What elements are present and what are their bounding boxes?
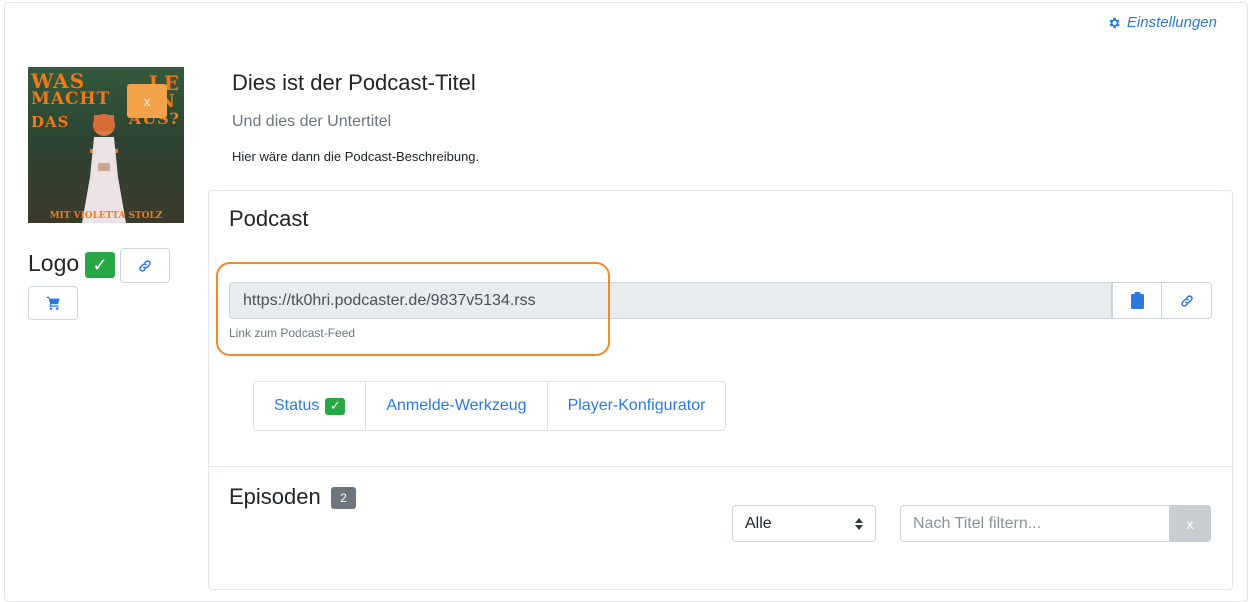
- cover-footer-text: MIT VIOLETTA STOLZ: [49, 211, 163, 221]
- feed-url-value: https://tk0hri.podcaster.de/9837v5134.rs…: [243, 291, 536, 309]
- settings-link[interactable]: Einstellungen: [1107, 14, 1217, 31]
- remove-logo-button[interactable]: x: [127, 84, 167, 118]
- link-icon: [139, 259, 151, 272]
- podcast-title: Dies ist der Podcast-Titel: [232, 70, 476, 95]
- tab-anmelde-label: Anmelde-Werkzeug: [386, 397, 527, 414]
- tab-player-konfigurator[interactable]: Player-Konfigurator: [548, 382, 726, 430]
- tab-status-label: Status: [274, 397, 320, 414]
- title-filter-input[interactable]: [900, 505, 1170, 542]
- cart-icon: [46, 296, 60, 310]
- tab-player-label: Player-Konfigurator: [567, 397, 706, 414]
- podcast-description: Hier wäre dann die Podcast-Beschreibung.: [232, 149, 480, 164]
- section-divider: [209, 466, 1232, 467]
- feed-url-field[interactable]: https://tk0hri.podcaster.de/9837v5134.rs…: [229, 282, 1112, 319]
- settings-label: Einstellungen: [1126, 14, 1217, 31]
- link-icon: [1180, 294, 1193, 307]
- open-feed-link-button[interactable]: [1161, 282, 1212, 319]
- copy-feed-button[interactable]: [1112, 282, 1162, 319]
- logo-check-badge: ✓: [85, 252, 115, 278]
- podcast-tabs: Status ✓ Anmelde-Werkzeug Player-Konfigu…: [253, 381, 727, 431]
- tab-anmelde-werkzeug[interactable]: Anmelde-Werkzeug: [366, 382, 548, 430]
- logo-label: Logo: [28, 250, 80, 276]
- select-arrows-icon: [855, 517, 863, 530]
- feed-help-text: Link zum Podcast-Feed: [229, 326, 356, 340]
- cover-text-das: DAS: [31, 113, 70, 131]
- podcast-subtitle: Und dies der Untertitel: [232, 113, 392, 130]
- cover-text-macht: MACHT: [31, 89, 111, 109]
- episode-count-badge: 2: [331, 487, 356, 509]
- episode-status-select[interactable]: Alle: [732, 505, 876, 542]
- gear-icon: [1109, 17, 1120, 28]
- cover-figure: [82, 114, 126, 223]
- select-value: Alle: [745, 514, 772, 532]
- logo-link-button[interactable]: [120, 248, 170, 283]
- clear-filter-button[interactable]: x: [1169, 505, 1211, 542]
- section-title: Podcast: [229, 206, 309, 231]
- shop-button[interactable]: [28, 286, 78, 320]
- episodes-title: Episoden: [229, 484, 321, 509]
- tab-status[interactable]: Status ✓: [254, 382, 367, 430]
- status-check-badge: ✓: [325, 397, 346, 415]
- clipboard-icon: [1130, 292, 1144, 309]
